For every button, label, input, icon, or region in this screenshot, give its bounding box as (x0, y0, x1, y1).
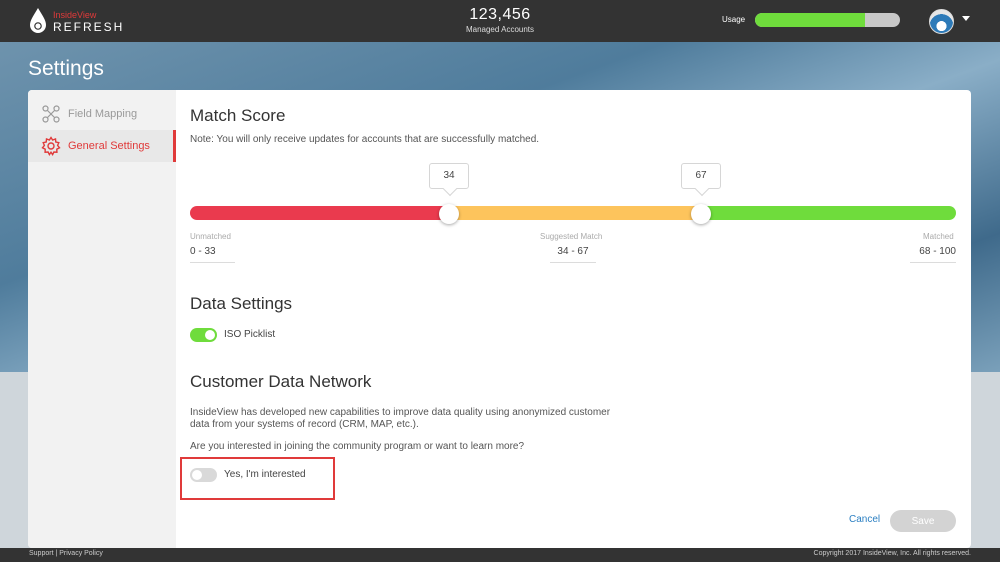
cancel-button[interactable]: Cancel (849, 514, 880, 525)
footer-links: Support | Privacy Policy (29, 550, 103, 557)
save-button[interactable]: Save (890, 510, 956, 532)
data-settings-heading: Data Settings (190, 294, 293, 313)
matched-segment (701, 206, 956, 220)
suggested-match-range: 34 - 67 (550, 246, 596, 263)
sidebar: Field Mapping General Settings (28, 90, 176, 548)
sidebar-item-general-settings[interactable]: General Settings (28, 130, 176, 162)
unmatched-range: 0 - 33 (190, 246, 235, 263)
nodes-icon (42, 105, 60, 123)
match-score-heading: Match Score (190, 106, 286, 125)
privacy-policy-link[interactable]: Privacy Policy (59, 550, 103, 557)
suggested-match-label: Suggested Match (540, 232, 603, 241)
cdn-description: InsideView has developed new capabilitie… (190, 407, 611, 430)
interested-toggle[interactable] (190, 468, 217, 482)
settings-content: Match Score Note: You will only receive … (190, 90, 971, 548)
product-name: REFRESH (53, 20, 125, 34)
matched-label: Matched (923, 232, 954, 241)
toggle-knob (205, 330, 215, 340)
usage-label: Usage (722, 15, 746, 24)
app-logo[interactable]: InsideView REFRESH (28, 7, 148, 35)
usage-bar-fill (755, 13, 866, 27)
sidebar-item-field-mapping[interactable]: Field Mapping (28, 98, 176, 130)
suggested-segment (449, 206, 701, 220)
sidebar-item-label: Field Mapping (68, 108, 138, 120)
low-threshold-handle[interactable] (439, 204, 459, 224)
water-drop-icon (30, 8, 46, 33)
gear-icon (41, 136, 61, 156)
customer-data-network-heading: Customer Data Network (190, 372, 372, 391)
toggle-knob (192, 470, 202, 480)
iso-picklist-label: ISO Picklist (224, 329, 276, 340)
cdn-question: Are you interested in joining the commun… (190, 441, 525, 452)
brand-name: InsideView (53, 10, 97, 20)
top-bar: InsideView REFRESH 123,456 Managed Accou… (0, 0, 1000, 42)
settings-card: Field Mapping General Settings Match Sco… (28, 90, 971, 548)
usage-bar (755, 13, 900, 27)
sidebar-item-label: General Settings (68, 140, 150, 152)
high-threshold-handle[interactable] (691, 204, 711, 224)
iso-picklist-toggle[interactable] (190, 328, 217, 342)
match-score-note: Note: You will only receive updates for … (190, 134, 540, 145)
unmatched-label: Unmatched (190, 232, 231, 241)
accounts-label: Managed Accounts (465, 25, 535, 34)
footer: Support | Privacy Policy Copyright 2017 … (0, 548, 1000, 562)
interested-label: Yes, I'm interested (224, 469, 306, 480)
caret-down-icon[interactable] (962, 16, 970, 21)
user-avatar[interactable] (929, 9, 954, 34)
high-threshold-bubble: 67 (681, 163, 721, 189)
match-score-slider[interactable] (190, 206, 956, 220)
matched-range: 68 - 100 (910, 246, 956, 263)
low-threshold-bubble: 34 (429, 163, 469, 189)
page-title: Settings (28, 57, 104, 80)
support-link[interactable]: Support (29, 550, 54, 557)
unmatched-segment (190, 206, 449, 220)
copyright: Copyright 2017 InsideView, Inc. All righ… (813, 550, 971, 557)
managed-accounts: 123,456 Managed Accounts (420, 6, 580, 36)
accounts-count: 123,456 (469, 6, 531, 23)
